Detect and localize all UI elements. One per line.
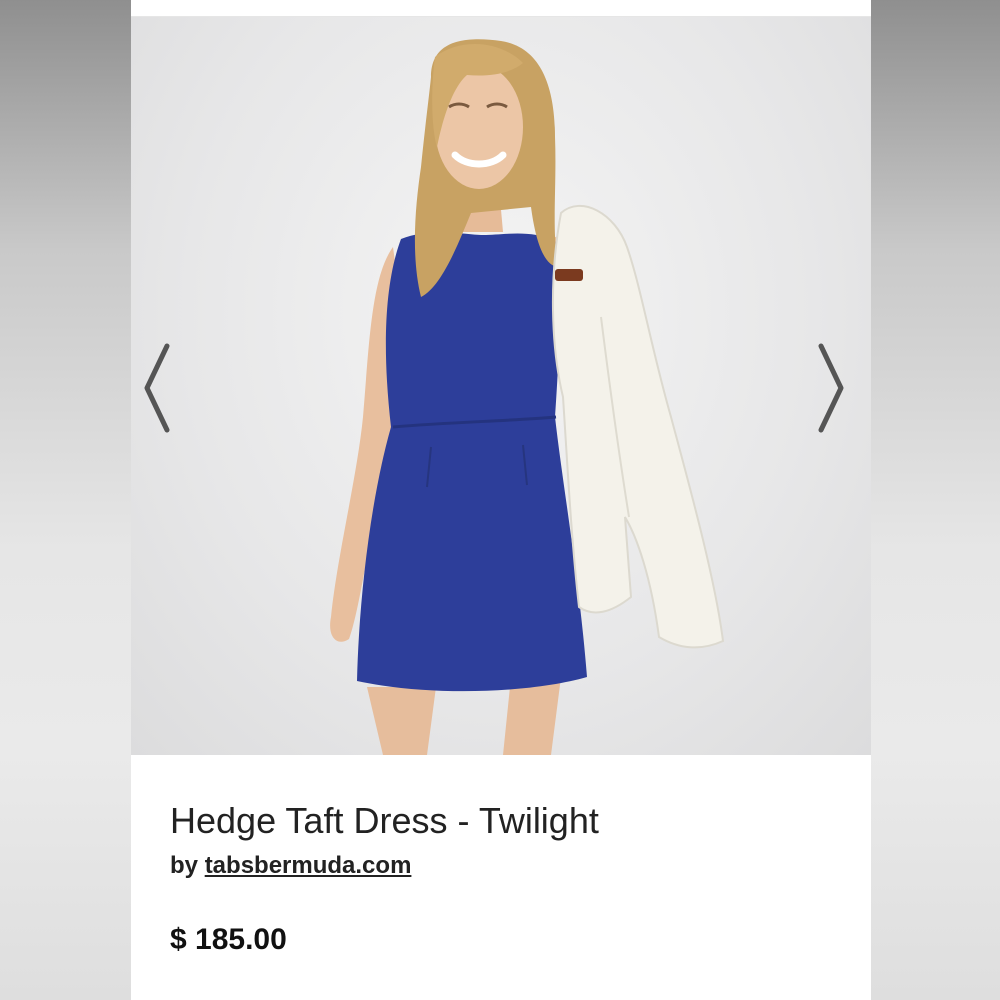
product-image[interactable] (131, 17, 871, 755)
product-card: Hedge Taft Dress - Twilight by tabsbermu… (131, 0, 871, 1000)
seller-byline: by tabsbermuda.com (170, 852, 411, 880)
product-price: $ 185.00 (170, 923, 287, 956)
chevron-left-icon (144, 343, 170, 433)
product-photo-illustration (330, 39, 725, 755)
gallery-next-button[interactable] (817, 342, 861, 442)
gallery-prev-button[interactable] (141, 342, 185, 442)
product-info: Hedge Taft Dress - Twilight by tabsbermu… (131, 755, 871, 1000)
top-strip (131, 0, 871, 17)
seller-link[interactable]: tabsbermuda.com (205, 852, 412, 879)
chevron-right-icon (818, 343, 844, 433)
backdrop-left (0, 0, 131, 1000)
product-title: Hedge Taft Dress - Twilight (170, 800, 599, 841)
backdrop-right (871, 0, 1000, 1000)
watch (555, 269, 583, 281)
byline-prefix: by (170, 852, 199, 879)
